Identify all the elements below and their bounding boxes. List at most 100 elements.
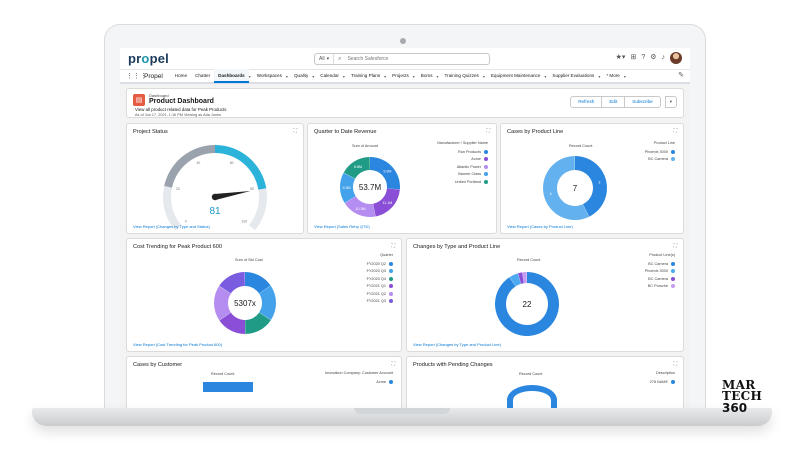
legend-item[interactable]: BC Camera xyxy=(645,156,675,164)
gauge-fill xyxy=(215,145,267,190)
legend-swatch xyxy=(484,157,488,162)
legend-swatch xyxy=(389,291,393,296)
legend-swatch xyxy=(389,261,393,266)
nav-item[interactable]: Chatter xyxy=(191,69,214,83)
search-scope-select[interactable]: All ▾ xyxy=(315,54,335,64)
nav-item[interactable]: Training Quizzes xyxy=(441,69,483,83)
gauge-tick-label: 0 xyxy=(185,220,187,224)
legend: Manufacturer / Supplier Name Run Product… xyxy=(437,141,488,186)
dashboard-actions: Refresh Edit Subscribe ▾ xyxy=(570,96,677,108)
gauge-value: 81 xyxy=(209,206,221,217)
legend-item: Acme xyxy=(325,378,393,386)
gauge-hub xyxy=(211,193,219,201)
legend-item[interactable]: Atlantic Power xyxy=(437,163,488,171)
legend-item[interactable]: BC Porsche xyxy=(645,283,675,291)
view-report-link[interactable]: View Report (Sales Rehp QTD) xyxy=(314,224,370,229)
slice-label: 11.1M xyxy=(382,201,392,205)
card-cases-by-customer: Cases by Customer ⛶ Record Count Innovat… xyxy=(126,356,402,416)
nav-item[interactable]: Home xyxy=(171,69,191,83)
nav-item[interactable]: Boms xyxy=(417,69,437,83)
nav-item[interactable]: * More xyxy=(602,69,624,83)
legend: Innovation Company: Customer Account Acm… xyxy=(325,371,393,386)
card-project-status: Project Status ⛶ 0 20 40 60 80 100 81 View Rep… xyxy=(126,123,304,234)
legend-item[interactable]: FY2021 Q2 xyxy=(367,290,393,298)
legend-title: Quarter xyxy=(380,253,393,257)
edit-nav-icon[interactable]: ✎ xyxy=(678,70,684,82)
legend-item[interactable]: Acme xyxy=(437,156,488,164)
legend-item[interactable]: BC Camera xyxy=(645,260,675,268)
legend-label: BC Camera xyxy=(648,261,668,266)
legend-item[interactable]: Phoenix 3000 xyxy=(645,268,675,276)
donut-center-value: 5307x xyxy=(234,299,256,308)
nav-item[interactable]: Dashboards xyxy=(214,69,249,83)
legend-item[interactable]: FY2020 Q3 xyxy=(367,268,393,276)
nav-bar: ⋮⋮⋮ Propel Home Chatter Dashboards ▾ Workspa… xyxy=(120,69,690,84)
legend-label: Phoenix 3000 xyxy=(644,149,668,154)
nav-item[interactable]: Workspaces xyxy=(253,69,286,83)
card-pending-changes: Products with Pending Changes ⛶ Record C… xyxy=(406,356,684,416)
nav-item[interactable]: Training Plans xyxy=(347,69,384,83)
legend-item[interactable]: BC Camera xyxy=(645,275,675,283)
refresh-button[interactable]: Refresh xyxy=(570,96,603,108)
legend-swatch xyxy=(484,164,488,169)
subscribe-button[interactable]: Subscribe xyxy=(624,96,661,108)
slice-label: 9.3M xyxy=(343,186,351,190)
camera xyxy=(400,38,406,44)
dashboard-header: ▤ Dashboard Product Dashboard View all p… xyxy=(126,88,684,118)
edit-button[interactable]: Edit xyxy=(601,96,626,108)
app-name: Propel xyxy=(144,72,163,80)
legend-item[interactable]: FY2020 Q4 xyxy=(367,275,393,283)
dashboard-timestamp: As of Jun 17, 2021, 1:16 PM Viewing as A… xyxy=(135,113,222,117)
header-icons: ★▾ ⊞ ? ⚙ ♪ xyxy=(616,52,682,64)
card-title: Products with Pending Changes xyxy=(413,362,493,368)
view-report-link[interactable]: View Report (Changes by Type and Status) xyxy=(133,224,210,229)
card-cost-trending: Cost Trending for Peak Product 600 ⛶ Sum… xyxy=(126,238,402,352)
nav-item[interactable]: Equipment Maintenance xyxy=(487,69,545,83)
view-report-link[interactable]: View Report (Cost Trending for Peak Prod… xyxy=(133,342,222,347)
app-launcher-icon[interactable]: ⋮⋮⋮ xyxy=(126,72,147,80)
slice-label: 3 xyxy=(598,181,600,185)
gear-icon[interactable]: ⚙ xyxy=(650,52,656,64)
laptop-notch xyxy=(354,408,450,414)
legend-swatch xyxy=(484,149,488,154)
expand-icon[interactable]: ⛶ xyxy=(673,361,677,367)
global-search[interactable]: All ▾ ⌕ Search Salesforce xyxy=(314,53,490,65)
nav-item[interactable]: Supplier Evaluations xyxy=(548,69,598,83)
legend-item[interactable]: FY2021 Q1 xyxy=(367,283,393,291)
chevron-down-icon[interactable]: ▾ xyxy=(624,74,628,79)
propel-logo[interactable]: propel xyxy=(128,51,169,66)
search-input[interactable]: Search Salesforce xyxy=(341,56,388,62)
legend-item[interactable]: Banner Class xyxy=(437,171,488,179)
legend-item[interactable]: United Portland xyxy=(437,178,488,186)
gauge-band xyxy=(164,145,215,188)
more-actions-button[interactable]: ▾ xyxy=(664,96,677,108)
legend-swatch xyxy=(484,172,488,177)
gauge-tick-label: 40 xyxy=(196,161,200,165)
view-report-link[interactable]: View Report (Cases by Product Line) xyxy=(507,224,573,229)
legend-swatch xyxy=(389,276,393,281)
legend: Product Line(s) BC Camera Phoenix 3000 BC … xyxy=(645,253,675,290)
bell-icon[interactable]: ♪ xyxy=(662,52,666,64)
donut-center-value: 53.7M xyxy=(359,183,382,192)
slice-label: 9.9M xyxy=(383,169,391,173)
add-icon[interactable]: ⊞ xyxy=(630,52,636,64)
nav-item[interactable]: Quality xyxy=(290,69,312,83)
search-icon: ⌕ xyxy=(338,55,342,62)
expand-icon[interactable]: ⛶ xyxy=(391,361,395,367)
bar xyxy=(203,382,253,392)
nav-item[interactable]: Projects xyxy=(388,69,413,83)
nav-item[interactable]: Calendar xyxy=(316,69,343,83)
help-icon[interactable]: ? xyxy=(641,52,645,64)
legend-title: Product Line xyxy=(653,141,675,145)
card-revenue: Quarter to Date Revenue ⛶ Sum of Amount … xyxy=(307,123,497,234)
legend-item[interactable]: FY2021 Q3 xyxy=(367,298,393,306)
legend-swatch xyxy=(484,179,488,184)
legend-item[interactable]: Phoenix 3000 xyxy=(645,148,675,156)
legend-label: FY2021 Q3 xyxy=(366,299,386,304)
legend-swatch xyxy=(671,284,675,289)
avatar[interactable] xyxy=(670,52,682,64)
legend-item[interactable]: FY2020 Q2 xyxy=(367,260,393,268)
view-report-link[interactable]: View Report (Changes by Type and Product… xyxy=(413,342,501,347)
favorites-icon[interactable]: ★▾ xyxy=(616,52,626,64)
legend-item[interactable]: Run Products xyxy=(437,148,488,156)
